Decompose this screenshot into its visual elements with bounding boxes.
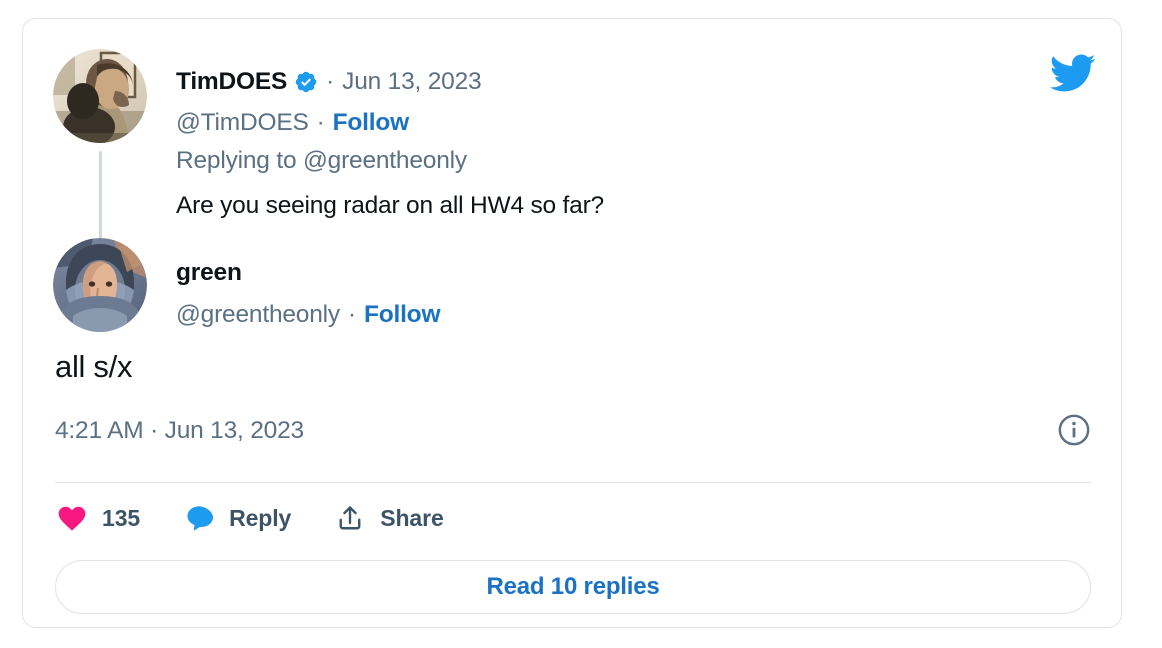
- reply-button[interactable]: Reply: [182, 501, 291, 535]
- parent-tweet-text: Are you seeing radar on all HW4 so far?: [176, 192, 604, 219]
- comment-bubble-icon: [182, 501, 216, 535]
- info-circle-icon[interactable]: [1057, 413, 1091, 447]
- tweet-embed-card: TimDOES · Jun 13, 2023 @TimDOES · Follow…: [22, 18, 1122, 628]
- read-replies-button[interactable]: Read 10 replies: [55, 560, 1091, 614]
- avatar[interactable]: [53, 49, 147, 143]
- parent-date[interactable]: Jun 13, 2023: [342, 68, 481, 96]
- parent-name-row: TimDOES · Jun 13, 2023: [176, 68, 482, 96]
- parent-handle[interactable]: @TimDOES: [176, 109, 309, 137]
- main-handle-row: @greentheonly · Follow: [176, 301, 441, 329]
- actions-divider: [55, 482, 1091, 483]
- reply-label: Reply: [229, 504, 292, 531]
- action-bar: 135 Reply Share: [55, 501, 444, 535]
- main-avatar-column: [53, 238, 149, 332]
- verified-badge-icon: [294, 70, 318, 94]
- parent-display-name[interactable]: TimDOES: [176, 68, 287, 96]
- timestamp-row: 4:21 AM · Jun 13, 2023: [55, 411, 1093, 451]
- parent-follow-link[interactable]: Follow: [333, 109, 410, 137]
- like-count: 135: [102, 504, 141, 531]
- parent-handle-row: @TimDOES · Follow: [176, 109, 409, 137]
- read-replies-label: Read 10 replies: [486, 573, 660, 600]
- main-handle-separator-dot: ·: [347, 301, 356, 328]
- parent-separator-dot: ·: [326, 68, 335, 95]
- like-button[interactable]: 135: [55, 501, 140, 535]
- avatar[interactable]: [53, 238, 147, 332]
- heart-icon: [55, 501, 89, 535]
- main-handle[interactable]: @greentheonly: [176, 301, 340, 329]
- share-label: Share: [380, 504, 444, 531]
- tweet-timestamp: 4:21 AM · Jun 13, 2023: [55, 417, 304, 444]
- thread-connector-line: [99, 151, 102, 239]
- main-name-row: green: [176, 259, 242, 287]
- main-display-name[interactable]: green: [176, 259, 242, 287]
- twitter-bird-icon[interactable]: [1048, 49, 1096, 97]
- main-tweet-text: all s/x: [55, 349, 133, 384]
- replying-to-label[interactable]: Replying to @greentheonly: [176, 147, 467, 175]
- share-button[interactable]: Share: [333, 501, 444, 535]
- parent-handle-separator-dot: ·: [316, 109, 325, 136]
- share-upload-icon: [333, 501, 367, 535]
- main-follow-link[interactable]: Follow: [364, 301, 441, 329]
- parent-avatar-column: [53, 49, 149, 143]
